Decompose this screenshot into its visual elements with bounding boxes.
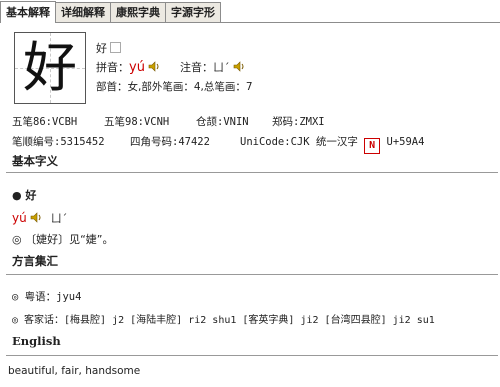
hakka: ◎ 客家话：[梅县腔] j2 [海陆丰腔] ri2 shu1 [客英字典] ji… <box>12 315 435 326</box>
dialect-heading: 方言集汇 <box>12 254 58 268</box>
tab-origin[interactable]: 字源字形 <box>165 2 221 22</box>
basic-pronunciation: yú ㄩˊ <box>12 210 67 226</box>
unicode-icon[interactable]: N <box>364 138 381 154</box>
tab-bar: 基本解释 详细解释 康熙字典 字源字形 <box>0 0 500 23</box>
definition: ◎ 〔婕好〕见“婕”。 <box>12 233 114 246</box>
four-corner: 四角号码:47422 <box>130 136 210 148</box>
tab-kangxi[interactable]: 康熙字典 <box>110 2 166 22</box>
unicode-info: UniCode:CJK 统一汉字 N U+59A4 <box>240 134 424 154</box>
small-character-text: 好 <box>96 42 107 55</box>
bullet-char: ● 好 <box>12 189 37 202</box>
wubi86: 五笔86:VCBH <box>12 116 78 128</box>
english-text: beautiful, fair, handsome <box>8 365 141 377</box>
speaker-icon[interactable] <box>30 212 43 223</box>
basic-heading: 基本字义 <box>12 154 58 168</box>
wubi98: 五笔98:VCNH <box>104 116 170 128</box>
character-display: 好 <box>14 32 86 104</box>
zhuyin-label: 注音： <box>180 61 213 74</box>
english-heading: English <box>12 334 61 348</box>
pinyin-value: yú <box>129 60 145 75</box>
cantonese: ◎ 粤语：jyu4 <box>12 291 82 303</box>
basic-zhuyin: ㄩˊ <box>50 212 68 225</box>
zhuyin-line: 注音：ㄩˊ <box>180 59 246 75</box>
small-character: 好 <box>96 40 121 56</box>
radical-info: 部首：女,部外笔画：4,总笔画：7 <box>96 81 253 93</box>
tab-basic[interactable]: 基本解释 <box>0 1 56 23</box>
stroke-number: 笔顺编号:5315452 <box>12 136 105 148</box>
cangjie: 仓颉:VNIN <box>196 116 249 128</box>
speaker-icon[interactable] <box>233 61 246 72</box>
divider <box>6 274 498 275</box>
tab-detailed[interactable]: 详细解释 <box>55 2 111 22</box>
speaker-icon[interactable] <box>148 61 161 72</box>
copy-icon[interactable] <box>110 42 121 53</box>
basic-pinyin: yú <box>12 211 27 225</box>
pinyin-label: 拼音： <box>96 61 129 74</box>
zhuyin-value: ㄩˊ <box>213 61 230 74</box>
divider <box>6 172 498 173</box>
pinyin-line: 拼音：yú <box>96 59 161 75</box>
divider <box>6 355 498 356</box>
main-character: 好 <box>23 36 77 99</box>
zhengma: 郑码:ZMXI <box>272 116 325 128</box>
unicode-desc: UniCode:CJK 统一汉字 <box>240 136 358 148</box>
unicode-value: U+59A4 <box>386 136 425 148</box>
